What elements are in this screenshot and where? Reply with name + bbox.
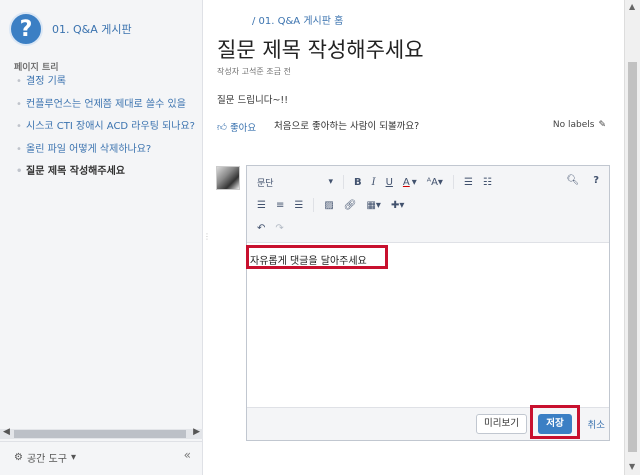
insert-more-icon[interactable]: ✚▾ xyxy=(391,200,404,211)
insert-image-icon[interactable]: ▨ xyxy=(324,200,333,211)
comment-editor: 문단 ▾ B I U A ▾ ᴬA▾ ☰ ☷ 🔍︎ ? ☰ ≡ ☰ ▨ 🔗︎ ▦… xyxy=(246,165,610,441)
scroll-up-icon[interactable]: ▲ xyxy=(629,2,635,11)
caret-down-icon: ▾ xyxy=(328,177,333,187)
insert-table-icon[interactable]: ▦▾ xyxy=(366,200,380,211)
scroll-thumb[interactable] xyxy=(14,430,186,438)
thumbs-up-icon: 👍︎ xyxy=(217,122,227,133)
main-content: / 01. Q&A 게시판 홈 질문 제목 작성해주세요 작성자 고석준 조금 … xyxy=(204,0,624,475)
space-name[interactable]: 01. Q&A 게시판 xyxy=(52,21,132,37)
italic-icon[interactable]: I xyxy=(372,177,376,188)
editor-content[interactable]: 자유롭게 댓글을 달아주세요 xyxy=(246,245,388,269)
pencil-icon[interactable]: ✎ xyxy=(598,120,606,130)
page-tree-title: 페이지 트리 xyxy=(14,63,59,73)
breadcrumb[interactable]: / 01. Q&A 게시판 홈 xyxy=(252,12,343,27)
align-left-icon[interactable]: ☰ xyxy=(257,200,266,211)
space-tools-label: 공간 도구 xyxy=(26,454,67,465)
labels-area[interactable]: No labels ✎ xyxy=(553,120,606,130)
redo-icon[interactable]: ↷ xyxy=(275,223,283,234)
bold-icon[interactable]: B xyxy=(354,177,362,188)
editor-toolbar: 문단 ▾ B I U A ▾ ᴬA▾ ☰ ☷ 🔍︎ ? ☰ ≡ ☰ ▨ 🔗︎ ▦… xyxy=(247,166,609,243)
sidebar-horizontal-scrollbar[interactable]: ◀ ▶ xyxy=(0,427,203,439)
numbered-list-icon[interactable]: ☷ xyxy=(483,177,492,188)
scroll-down-icon[interactable]: ▼ xyxy=(629,462,635,471)
collapse-sidebar-icon[interactable]: « xyxy=(184,448,191,462)
space-header[interactable]: ? 01. Q&A 게시판 xyxy=(9,12,132,46)
tree-item-cisco-cti[interactable]: 시스코 CTI 장애시 ACD 라우팅 되나요? xyxy=(16,118,203,141)
preview-button[interactable]: 미리보기 xyxy=(476,414,527,434)
undo-icon[interactable]: ↶ xyxy=(257,223,265,234)
space-logo-question-icon[interactable]: ? xyxy=(9,12,43,46)
like-label: 좋아요 xyxy=(229,123,257,134)
editor-footer: 미리보기 저장 취소 xyxy=(247,405,609,440)
caret-down-icon: ▾ xyxy=(70,452,76,463)
tree-item-delete-file[interactable]: 올린 파일 어떻게 삭제하나요? xyxy=(16,141,203,164)
find-replace-icon[interactable]: 🔍︎ xyxy=(566,175,579,186)
space-tools-button[interactable]: ⚙ 공간 도구 ▾ xyxy=(14,450,76,465)
avatar xyxy=(216,166,240,190)
bullet-list-icon[interactable]: ☰ xyxy=(464,177,473,188)
align-center-icon[interactable]: ≡ xyxy=(276,200,284,211)
paragraph-format-select[interactable]: 문단 ▾ xyxy=(257,176,333,189)
text-color-icon[interactable]: A ▾ xyxy=(403,177,417,188)
page-byline: 작성자 고석준 조금 전 xyxy=(217,67,291,76)
more-formatting-icon[interactable]: ᴬA▾ xyxy=(427,177,443,188)
like-button[interactable]: 👍︎ 좋아요 xyxy=(217,120,256,134)
toolbar-divider xyxy=(313,198,315,212)
like-prompt: 처음으로 좋아하는 사람이 되볼까요? xyxy=(274,121,420,132)
toolbar-divider xyxy=(343,175,344,189)
tree-item-current-page[interactable]: 질문 제목 작성해주세요 xyxy=(16,163,203,186)
tree-item-decision-log[interactable]: 결정 기록 xyxy=(16,73,203,96)
labels-text: No labels xyxy=(552,120,595,130)
scroll-left-icon[interactable]: ◀ xyxy=(3,427,10,437)
insert-link-icon[interactable]: 🔗︎ xyxy=(344,200,357,211)
page-tree: 결정 기록 컨플루언스는 언제쯤 제대로 쓸수 있을 시스코 CTI 장애시 A… xyxy=(16,73,203,186)
scroll-right-icon[interactable]: ▶ xyxy=(193,427,200,437)
tree-item-confluence-question[interactable]: 컨플루언스는 언제쯤 제대로 쓸수 있을 xyxy=(16,96,203,119)
scroll-thumb[interactable] xyxy=(628,62,637,452)
help-icon[interactable]: ? xyxy=(593,175,599,186)
text-color-a-icon: A xyxy=(402,176,410,188)
page-vertical-scrollbar[interactable]: ▲ ▼ xyxy=(624,0,640,475)
sidebar: ? 01. Q&A 게시판 페이지 트리 결정 기록 컨플루언스는 언제쯤 제대… xyxy=(0,0,203,475)
align-right-icon[interactable]: ☰ xyxy=(294,200,303,211)
cancel-link[interactable]: 취소 xyxy=(588,417,605,431)
save-button[interactable]: 저장 xyxy=(538,414,572,434)
page-body: 질문 드립니다~!! xyxy=(217,95,289,106)
format-select-label: 문단 xyxy=(257,178,274,189)
page-title: 질문 제목 작성해주세요 xyxy=(217,38,424,62)
toolbar-divider xyxy=(452,175,454,189)
content-highlight-box xyxy=(246,245,388,269)
gear-icon: ⚙ xyxy=(14,452,23,463)
sidebar-footer: ⚙ 공간 도구 ▾ « xyxy=(0,441,203,475)
underline-icon[interactable]: U xyxy=(386,177,393,188)
